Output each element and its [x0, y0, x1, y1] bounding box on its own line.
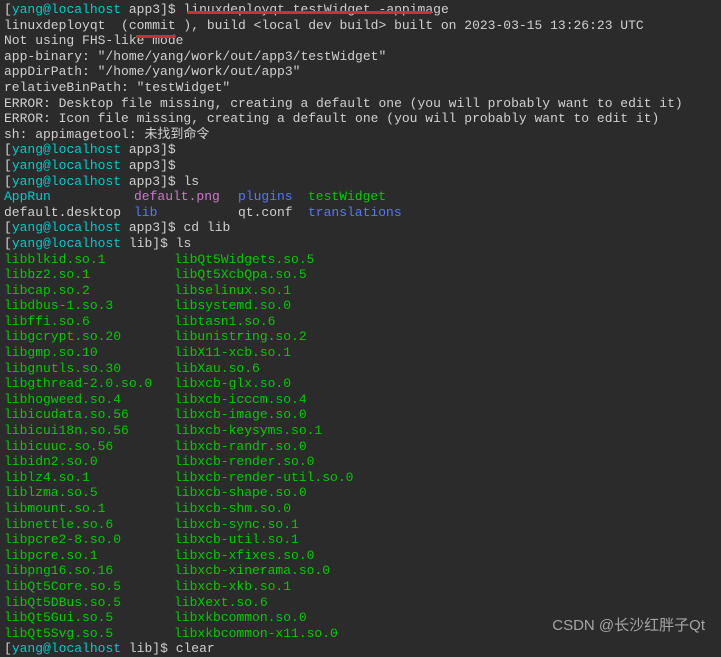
- lib-file: libxcb-randr.so.0: [174, 439, 307, 455]
- output-line: linuxdeployqt (commit ), build <local de…: [4, 18, 717, 34]
- prompt-line: [yang@localhost app3]$: [4, 158, 717, 174]
- lib-file: libxcb-util.so.1: [174, 532, 299, 548]
- lib-file: libbz2.so.1: [4, 267, 174, 283]
- lib-file: libxcb-sync.so.1: [174, 517, 299, 533]
- lib-file: liblz4.so.1: [4, 470, 174, 486]
- output-line: ERROR: Icon file missing, creating a def…: [4, 111, 717, 127]
- lib-file: libicuuc.so.56: [4, 439, 174, 455]
- lib-file: libxcb-shape.so.0: [174, 485, 307, 501]
- prompt-line: [yang@localhost app3]$ ls: [4, 174, 717, 190]
- lib-file: libpcre2-8.so.0: [4, 532, 174, 548]
- lib-file: libicudata.so.56: [4, 407, 174, 423]
- lib-file: libgmp.so.10: [4, 345, 174, 361]
- ls-output-row: libblkid.so.1libQt5Widgets.so.5: [4, 252, 717, 268]
- output-line: ERROR: Desktop file missing, creating a …: [4, 96, 717, 112]
- output-line: relativeBinPath: "testWidget": [4, 80, 717, 96]
- output-line: app-binary: "/home/yang/work/out/app3/te…: [4, 49, 717, 65]
- lib-file: libxcb-xkb.so.1: [174, 579, 291, 595]
- ls-output-row: libgthread-2.0.so.0libxcb-glx.so.0: [4, 376, 717, 392]
- lib-file: libX11-xcb.so.1: [174, 345, 291, 361]
- lib-file: libselinux.so.1: [174, 283, 291, 299]
- prompt-line: [yang@localhost app3]$ linuxdeployqt tes…: [4, 2, 717, 18]
- lib-file: libtasn1.so.6: [174, 314, 275, 330]
- ls-output-row: libpng16.so.16libxcb-xinerama.so.0: [4, 563, 717, 579]
- ls-output-row: libidn2.so.0libxcb-render.so.0: [4, 454, 717, 470]
- lib-file: libxcb-keysyms.so.1: [174, 423, 322, 439]
- lib-file: libxkbcommon-x11.so.0: [174, 626, 338, 642]
- lib-file: liblzma.so.5: [4, 485, 174, 501]
- lib-file: libpng16.so.16: [4, 563, 174, 579]
- ls-output-row: libbz2.so.1libQt5XcbQpa.so.5: [4, 267, 717, 283]
- ls-output-row: libmount.so.1libxcb-shm.so.0: [4, 501, 717, 517]
- lib-file: libxcb-glx.so.0: [174, 376, 291, 392]
- lib-file: libpcre.so.1: [4, 548, 174, 564]
- lib-file: libhogweed.so.4: [4, 392, 174, 408]
- lib-file: libQt5Widgets.so.5: [174, 252, 314, 268]
- ls-output-row: libdbus-1.so.3libsystemd.so.0: [4, 298, 717, 314]
- prompt-line: [yang@localhost lib]$ clear: [4, 641, 717, 657]
- ls-output-row: libQt5Core.so.5libxcb-xkb.so.1: [4, 579, 717, 595]
- lib-file: libcap.so.2: [4, 283, 174, 299]
- lib-file: libxcb-shm.so.0: [174, 501, 291, 517]
- lib-file: libxcb-xfixes.so.0: [174, 548, 314, 564]
- prompt-line: [yang@localhost app3]$: [4, 142, 717, 158]
- ls-output-row: libgnutls.so.30libXau.so.6: [4, 361, 717, 377]
- ls-output-row: libQt5DBus.so.5libXext.so.6: [4, 595, 717, 611]
- lib-file: libxcb-render.so.0: [174, 454, 314, 470]
- ls-output-row: libpcre.so.1libxcb-xfixes.so.0: [4, 548, 717, 564]
- lib-file: libunistring.so.2: [174, 329, 307, 345]
- ls-output-row: libcap.so.2libselinux.so.1: [4, 283, 717, 299]
- lib-file: libdbus-1.so.3: [4, 298, 174, 314]
- lib-file: libsystemd.so.0: [174, 298, 291, 314]
- lib-file: libgnutls.so.30: [4, 361, 174, 377]
- lib-file: libXau.so.6: [174, 361, 260, 377]
- annotation-underline: [187, 11, 432, 14]
- lib-file: libQt5Svg.so.5: [4, 626, 174, 642]
- lib-file: libQt5Gui.so.5: [4, 610, 174, 626]
- watermark: CSDN @长沙红胖子Qt: [552, 617, 705, 635]
- lib-file: libffi.so.6: [4, 314, 174, 330]
- lib-file: libgthread-2.0.so.0: [4, 376, 174, 392]
- lib-file: libnettle.so.6: [4, 517, 174, 533]
- ls-output-row: libffi.so.6libtasn1.so.6: [4, 314, 717, 330]
- ls-output-row: liblz4.so.1libxcb-render-util.so.0: [4, 470, 717, 486]
- lib-file: libgcrypt.so.20: [4, 329, 174, 345]
- lib-file: libxcb-render-util.so.0: [174, 470, 353, 486]
- ls-output-row: libpcre2-8.so.0libxcb-util.so.1: [4, 532, 717, 548]
- prompt-line: [yang@localhost app3]$ cd lib: [4, 220, 717, 236]
- output-line: sh: appimagetool: 未找到命令: [4, 127, 717, 143]
- annotation-underline: [136, 35, 176, 38]
- ls-output-row: AppRundefault.pngpluginstestWidget: [4, 189, 717, 205]
- lib-file: libicui18n.so.56: [4, 423, 174, 439]
- lib-file: libxkbcommon.so.0: [174, 610, 307, 626]
- lib-file: libQt5DBus.so.5: [4, 595, 174, 611]
- ls-lib-output: libblkid.so.1libQt5Widgets.so.5libbz2.so…: [4, 252, 717, 642]
- output-line: appDirPath: "/home/yang/work/out/app3": [4, 64, 717, 80]
- ls-output-row: liblzma.so.5libxcb-shape.so.0: [4, 485, 717, 501]
- prompt-line: [yang@localhost lib]$ ls: [4, 236, 717, 252]
- lib-file: libxcb-xinerama.so.0: [174, 563, 330, 579]
- ls-output-row: default.desktoplibqt.conftranslations: [4, 205, 717, 221]
- ls-output-row: libgmp.so.10libX11-xcb.so.1: [4, 345, 717, 361]
- ls-output-row: libicuuc.so.56libxcb-randr.so.0: [4, 439, 717, 455]
- ls-output-row: libicudata.so.56libxcb-image.so.0: [4, 407, 717, 423]
- lib-file: libmount.so.1: [4, 501, 174, 517]
- lib-file: libxcb-icccm.so.4: [174, 392, 307, 408]
- ls-output-row: libicui18n.so.56libxcb-keysyms.so.1: [4, 423, 717, 439]
- ls-output-row: libnettle.so.6libxcb-sync.so.1: [4, 517, 717, 533]
- lib-file: libQt5XcbQpa.so.5: [174, 267, 307, 283]
- output-line: Not using FHS-like mode: [4, 33, 717, 49]
- terminal-content[interactable]: [yang@localhost app3]$ linuxdeployqt tes…: [4, 2, 717, 657]
- lib-file: libXext.so.6: [174, 595, 268, 611]
- lib-file: libQt5Core.so.5: [4, 579, 174, 595]
- lib-file: libidn2.so.0: [4, 454, 174, 470]
- ls-output-row: libgcrypt.so.20libunistring.so.2: [4, 329, 717, 345]
- ls-output-row: libhogweed.so.4libxcb-icccm.so.4: [4, 392, 717, 408]
- lib-file: libxcb-image.so.0: [174, 407, 307, 423]
- lib-file: libblkid.so.1: [4, 252, 174, 268]
